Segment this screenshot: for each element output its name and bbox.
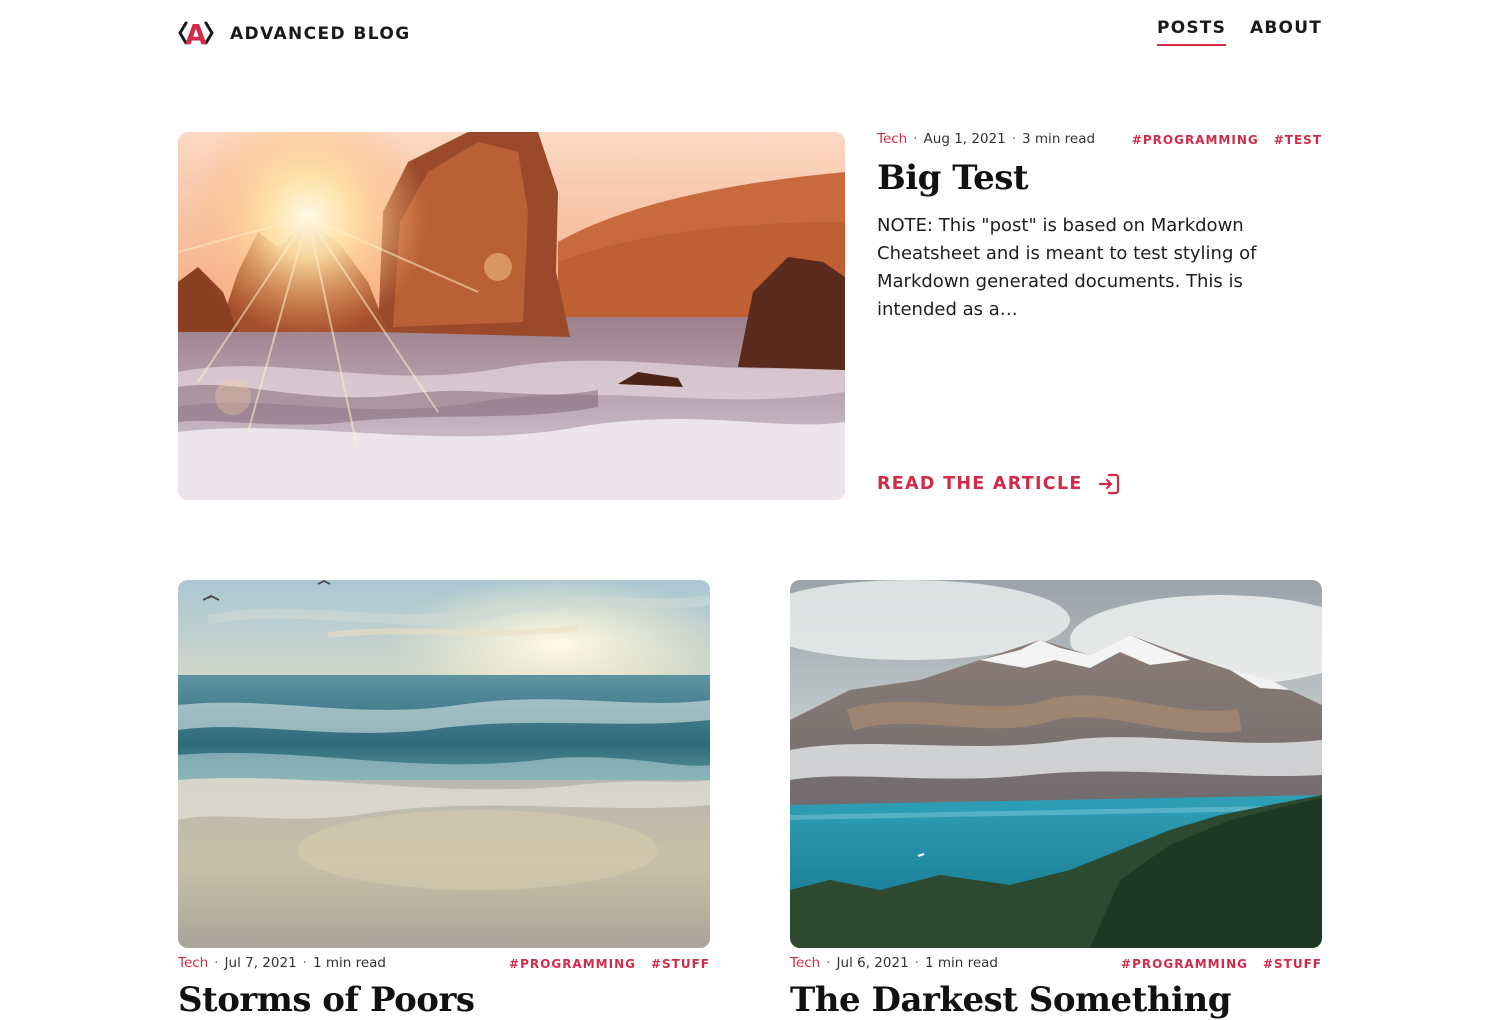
post-meta: Tech · Jul 7, 2021 · 1 min read bbox=[178, 955, 386, 971]
post-title[interactable]: The Darkest Something bbox=[790, 980, 1231, 1020]
post-category-link[interactable]: Tech bbox=[790, 955, 820, 971]
post-read-time: 3 min read bbox=[1022, 131, 1096, 147]
main-nav: POSTS ABOUT bbox=[1157, 18, 1322, 46]
featured-post-excerpt: NOTE: This "post" is based on Markdown C… bbox=[877, 215, 1257, 320]
sign-in-icon bbox=[1098, 473, 1119, 495]
tag-link[interactable]: #STUFF bbox=[651, 957, 710, 971]
tag-link[interactable]: #PROGRAMMING bbox=[1121, 957, 1248, 971]
post-tags: #PROGRAMMING #STUFF bbox=[509, 957, 710, 971]
site-logo-icon[interactable]: A bbox=[178, 18, 214, 51]
post-category-link[interactable]: Tech bbox=[877, 131, 907, 147]
post-date: Jul 6, 2021 bbox=[836, 955, 909, 971]
post-read-time: 1 min read bbox=[924, 955, 998, 971]
post-category-link[interactable]: Tech bbox=[178, 955, 208, 971]
read-article-link[interactable]: READ THE ARTICLE bbox=[877, 472, 1121, 496]
meta-separator: · bbox=[826, 955, 831, 971]
post-date: Aug 1, 2021 bbox=[923, 131, 1006, 147]
post-image[interactable] bbox=[790, 580, 1322, 948]
featured-post-image[interactable] bbox=[178, 132, 845, 500]
post-meta: Tech · Jul 6, 2021 · 1 min read bbox=[790, 955, 998, 971]
post-read-time: 1 min read bbox=[312, 955, 386, 971]
post-tags: #PROGRAMMING #STUFF bbox=[1121, 957, 1322, 971]
tag-link[interactable]: #TEST bbox=[1274, 133, 1322, 147]
meta-separator: · bbox=[302, 955, 307, 971]
meta-separator: · bbox=[914, 955, 919, 971]
post-date: Jul 7, 2021 bbox=[224, 955, 297, 971]
tag-link[interactable]: #STUFF bbox=[1263, 957, 1322, 971]
tag-link[interactable]: #PROGRAMMING bbox=[1132, 133, 1259, 147]
site-header: A ADVANCED BLOG POSTS ABOUT bbox=[178, 0, 1322, 70]
post-title[interactable]: Storms of Poors bbox=[178, 980, 475, 1020]
featured-post-tags: #PROGRAMMING #TEST bbox=[1132, 133, 1322, 147]
post-image[interactable] bbox=[178, 580, 710, 948]
site-title[interactable]: ADVANCED BLOG bbox=[230, 24, 411, 44]
read-article-label: READ THE ARTICLE bbox=[877, 474, 1083, 494]
meta-separator: · bbox=[1011, 131, 1017, 147]
svg-text:A: A bbox=[185, 18, 207, 48]
nav-item-posts[interactable]: POSTS bbox=[1157, 18, 1227, 46]
tag-link[interactable]: #PROGRAMMING bbox=[509, 957, 636, 971]
nav-item-about[interactable]: ABOUT bbox=[1250, 18, 1322, 46]
meta-separator: · bbox=[913, 131, 918, 147]
meta-separator: · bbox=[214, 955, 219, 971]
featured-post-meta: Tech · Aug 1, 2021 · 3 min read bbox=[877, 131, 1095, 147]
featured-post-title[interactable]: Big Test bbox=[877, 158, 1029, 198]
